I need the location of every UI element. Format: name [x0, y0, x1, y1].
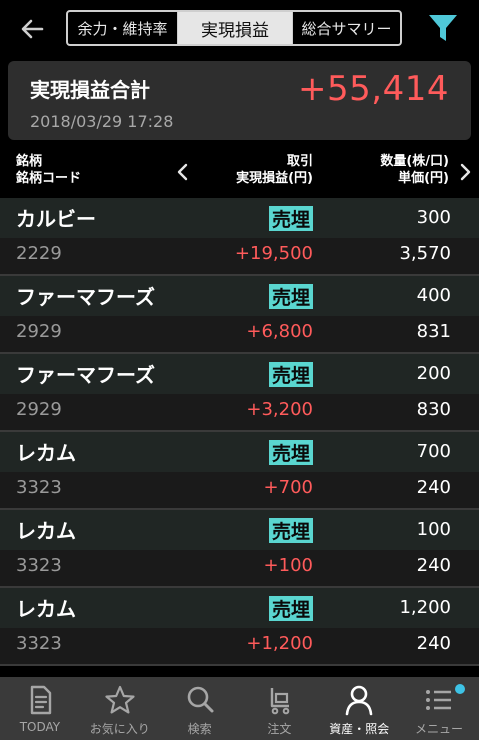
unit-price: 3,570: [399, 243, 451, 264]
column-header-quantity: 数量(株/口) 単価(円): [380, 154, 449, 186]
stock-name: カルビー: [16, 207, 96, 231]
table-row[interactable]: カルビー 売埋 300 2229 +19,500 3,570: [0, 198, 479, 276]
stock-name: レカム: [16, 441, 76, 465]
trade-side-badge: 売埋: [269, 518, 313, 543]
quantity: 300: [416, 207, 451, 228]
realized-pl: +700: [263, 477, 313, 498]
nav-today[interactable]: TODAY: [0, 677, 80, 740]
column-header-trade: 取引 実現損益(円): [236, 154, 313, 186]
summary-total-value: +55,414: [298, 69, 449, 109]
table-row[interactable]: ファーマフーズ 売埋 400 2929 +6,800 831: [0, 276, 479, 354]
nav-label: 注文: [267, 722, 292, 736]
trade-side-badge: 売埋: [269, 284, 313, 309]
realized-pl: +6,800: [246, 321, 313, 342]
nav-favorites[interactable]: お気に入り: [80, 677, 160, 740]
stock-code: 2229: [16, 243, 62, 264]
quantity: 100: [416, 519, 451, 540]
trade-side-badge: 売埋: [269, 440, 313, 465]
tab-margin[interactable]: 余力・維持率: [68, 12, 178, 44]
summary-datetime: 2018/03/29 17:28: [30, 112, 174, 131]
filter-icon[interactable]: [426, 11, 460, 45]
stock-name: レカム: [16, 519, 76, 543]
nav-order[interactable]: 注文: [239, 677, 319, 740]
stock-name: ファーマフーズ: [16, 363, 155, 387]
column-header: 銘柄 銘柄コード 取引 実現損益(円) 数量(株/口) 単価(円): [0, 146, 479, 196]
nav-menu[interactable]: メニュー: [399, 677, 479, 740]
bottom-navigation: TODAY お気に入り 検索 注文 資産・照会 メニュー: [0, 677, 479, 740]
quantity: 700: [416, 441, 451, 462]
stock-code: 3323: [16, 555, 62, 576]
top-bar: 余力・維持率 実現損益 総合サマリー: [0, 0, 479, 58]
trade-side-badge: 売埋: [269, 206, 313, 231]
chevron-right-icon[interactable]: [458, 163, 472, 181]
stock-code: 2929: [16, 399, 62, 420]
stock-code: 2929: [16, 321, 62, 342]
unit-price: 830: [416, 399, 451, 420]
quantity: 200: [416, 363, 451, 384]
nav-label: 資産・照会: [329, 722, 390, 736]
column-header-stock: 銘柄 銘柄コード: [16, 154, 82, 186]
unit-price: 240: [416, 555, 451, 576]
nav-label: お気に入り: [89, 722, 150, 736]
quantity: 1,200: [399, 597, 451, 618]
nav-search[interactable]: 検索: [160, 677, 240, 740]
realized-pl-list: カルビー 売埋 300 2229 +19,500 3,570 ファーマフーズ 売…: [0, 198, 479, 666]
person-icon: [345, 685, 373, 716]
tab-summary[interactable]: 総合サマリー: [292, 12, 400, 44]
realized-pl-summary: 実現損益合計 +55,414 2018/03/29 17:28: [8, 61, 471, 140]
chevron-left-icon[interactable]: [176, 163, 190, 181]
table-row[interactable]: ファーマフーズ 売埋 200 2929 +3,200 830: [0, 354, 479, 432]
nav-label: 検索: [187, 722, 212, 736]
tab-realized-pl[interactable]: 実現損益: [178, 12, 292, 44]
trade-side-badge: 売埋: [269, 596, 313, 621]
stock-name: レカム: [16, 597, 76, 621]
stock-code: 3323: [16, 477, 62, 498]
nav-assets[interactable]: 資産・照会: [319, 677, 399, 740]
unit-price: 240: [416, 633, 451, 654]
star-icon: [105, 685, 135, 714]
stock-name: ファーマフーズ: [16, 285, 155, 309]
notification-dot: [454, 684, 465, 694]
unit-price: 831: [416, 321, 451, 342]
table-row[interactable]: レカム 売埋 100 3323 +100 240: [0, 510, 479, 588]
realized-pl: +1,200: [246, 633, 313, 654]
summary-label: 実現損益合計: [30, 78, 150, 102]
table-row[interactable]: レカム 売埋 1,200 3323 +1,200 240: [0, 588, 479, 666]
stock-code: 3323: [16, 633, 62, 654]
today-icon: [30, 685, 52, 715]
menu-icon: [426, 690, 452, 710]
nav-label: TODAY: [19, 720, 61, 734]
table-row[interactable]: レカム 売埋 700 3323 +700 240: [0, 432, 479, 510]
search-icon: [187, 686, 214, 713]
realized-pl: +3,200: [246, 399, 313, 420]
realized-pl: +19,500: [234, 243, 313, 264]
quantity: 400: [416, 285, 451, 306]
unit-price: 240: [416, 477, 451, 498]
realized-pl: +100: [263, 555, 313, 576]
trade-side-badge: 売埋: [269, 362, 313, 387]
cart-icon: [271, 688, 290, 715]
nav-label: メニュー: [415, 722, 464, 736]
tab-segmented-control: 余力・維持率 実現損益 総合サマリー: [66, 10, 402, 46]
back-arrow-icon[interactable]: [16, 12, 50, 46]
